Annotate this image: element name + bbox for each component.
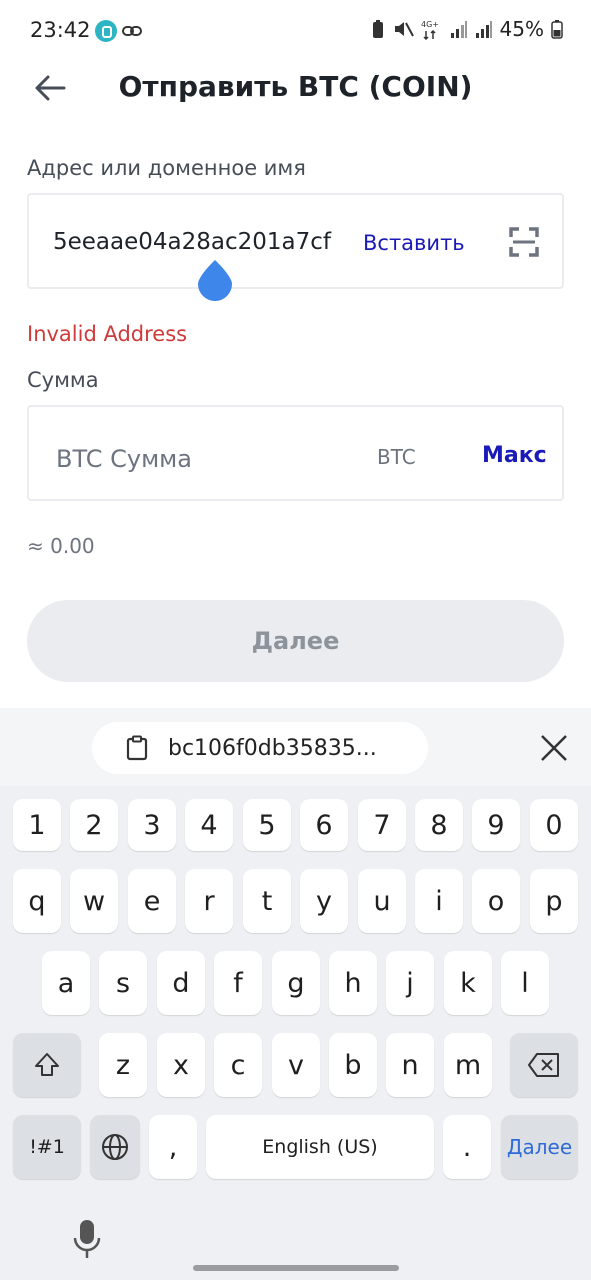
microphone-icon[interactable] (72, 1218, 102, 1260)
key-0[interactable]: 0 (530, 799, 578, 851)
link-icon (122, 26, 142, 36)
home-indicator[interactable] (193, 1265, 399, 1271)
globe-icon (102, 1134, 128, 1160)
mute-icon (394, 22, 414, 37)
key-j[interactable]: j (386, 951, 434, 1015)
key-d[interactable]: d (157, 951, 205, 1015)
key-n[interactable]: n (386, 1033, 434, 1097)
key-m[interactable]: m (444, 1033, 492, 1097)
next-button[interactable]: Далее (27, 600, 564, 682)
close-icon[interactable] (536, 730, 572, 766)
key-h[interactable]: h (329, 951, 377, 1015)
address-error: Invalid Address (27, 322, 188, 346)
key-i[interactable]: i (415, 869, 463, 933)
key-2[interactable]: 2 (70, 799, 118, 851)
backspace-key[interactable] (510, 1033, 578, 1097)
key-t[interactable]: t (243, 869, 291, 933)
key-q[interactable]: q (13, 869, 61, 933)
paste-button[interactable]: Вставить (363, 231, 465, 255)
shift-key[interactable] (13, 1033, 81, 1097)
key-9[interactable]: 9 (472, 799, 520, 851)
symbols-key[interactable]: !#1 (13, 1115, 81, 1179)
space-key[interactable]: English (US) (206, 1115, 434, 1179)
period-key[interactable]: . (443, 1115, 491, 1179)
text-cursor-handle[interactable] (196, 258, 234, 302)
key-b[interactable]: b (329, 1033, 377, 1097)
amount-unit: BTC (377, 445, 416, 469)
key-c[interactable]: c (214, 1033, 262, 1097)
comma-key[interactable]: , (149, 1115, 197, 1179)
network-4g-icon: 4G+ (421, 20, 439, 40)
svg-text:4G+: 4G+ (421, 20, 439, 29)
key-s[interactable]: s (99, 951, 147, 1015)
approx-value: ≈ 0.00 (27, 534, 95, 558)
key-y[interactable]: y (300, 869, 348, 933)
signal-icon-2 (475, 21, 492, 38)
key-7[interactable]: 7 (358, 799, 406, 851)
key-8[interactable]: 8 (415, 799, 463, 851)
key-4[interactable]: 4 (185, 799, 233, 851)
key-1[interactable]: 1 (13, 799, 61, 851)
key-a[interactable]: a (42, 951, 90, 1015)
status-bar: 23:42 4G+ 45% (0, 0, 591, 60)
battery-percent: 45% (499, 17, 544, 41)
amount-label: Сумма (27, 368, 99, 392)
key-5[interactable]: 5 (243, 799, 291, 851)
key-l[interactable]: l (501, 951, 549, 1015)
key-3[interactable]: 3 (128, 799, 176, 851)
clipboard-text: bc106f0db35835... (168, 735, 377, 761)
action-key[interactable]: Далее (501, 1115, 578, 1179)
qr-scan-icon[interactable] (509, 227, 539, 257)
key-x[interactable]: x (157, 1033, 205, 1097)
key-r[interactable]: r (185, 869, 233, 933)
clipboard-bar: bc106f0db35835... (0, 708, 591, 786)
status-time: 23:42 (30, 18, 91, 42)
clipboard-icon (126, 735, 148, 761)
viber-icon (95, 20, 117, 42)
key-f[interactable]: f (214, 951, 262, 1015)
key-v[interactable]: v (272, 1033, 320, 1097)
key-u[interactable]: u (358, 869, 406, 933)
key-w[interactable]: w (70, 869, 118, 933)
backspace-icon (528, 1053, 559, 1077)
key-k[interactable]: k (444, 951, 492, 1015)
max-button[interactable]: Макс (482, 443, 547, 468)
address-label: Адрес или доменное имя (27, 156, 306, 180)
battery-saver-icon (372, 20, 383, 38)
page-title: Отправить BTC (COIN) (118, 70, 473, 103)
key-p[interactable]: p (530, 869, 578, 933)
key-e[interactable]: e (128, 869, 176, 933)
key-o[interactable]: o (472, 869, 520, 933)
clipboard-suggestion[interactable]: bc106f0db35835... (92, 722, 428, 774)
battery-icon (551, 20, 563, 39)
address-input-value[interactable]: 5eeaae04a28ac201a7cf (53, 229, 343, 255)
amount-placeholder[interactable]: BTC Сумма (56, 445, 192, 473)
shift-icon (35, 1053, 59, 1076)
key-g[interactable]: g (272, 951, 320, 1015)
status-icons: 4G+ 45% (371, 17, 563, 41)
language-key[interactable] (90, 1115, 140, 1179)
key-6[interactable]: 6 (300, 799, 348, 851)
key-z[interactable]: z (99, 1033, 147, 1097)
keyboard: bc106f0db35835... 1 2 3 4 5 6 7 8 9 0 q … (0, 708, 591, 1280)
address-field[interactable]: 5eeaae04a28ac201a7cf Вставить (27, 193, 564, 289)
signal-icon (450, 21, 467, 38)
amount-field[interactable]: BTC Сумма BTC Макс (27, 405, 564, 501)
